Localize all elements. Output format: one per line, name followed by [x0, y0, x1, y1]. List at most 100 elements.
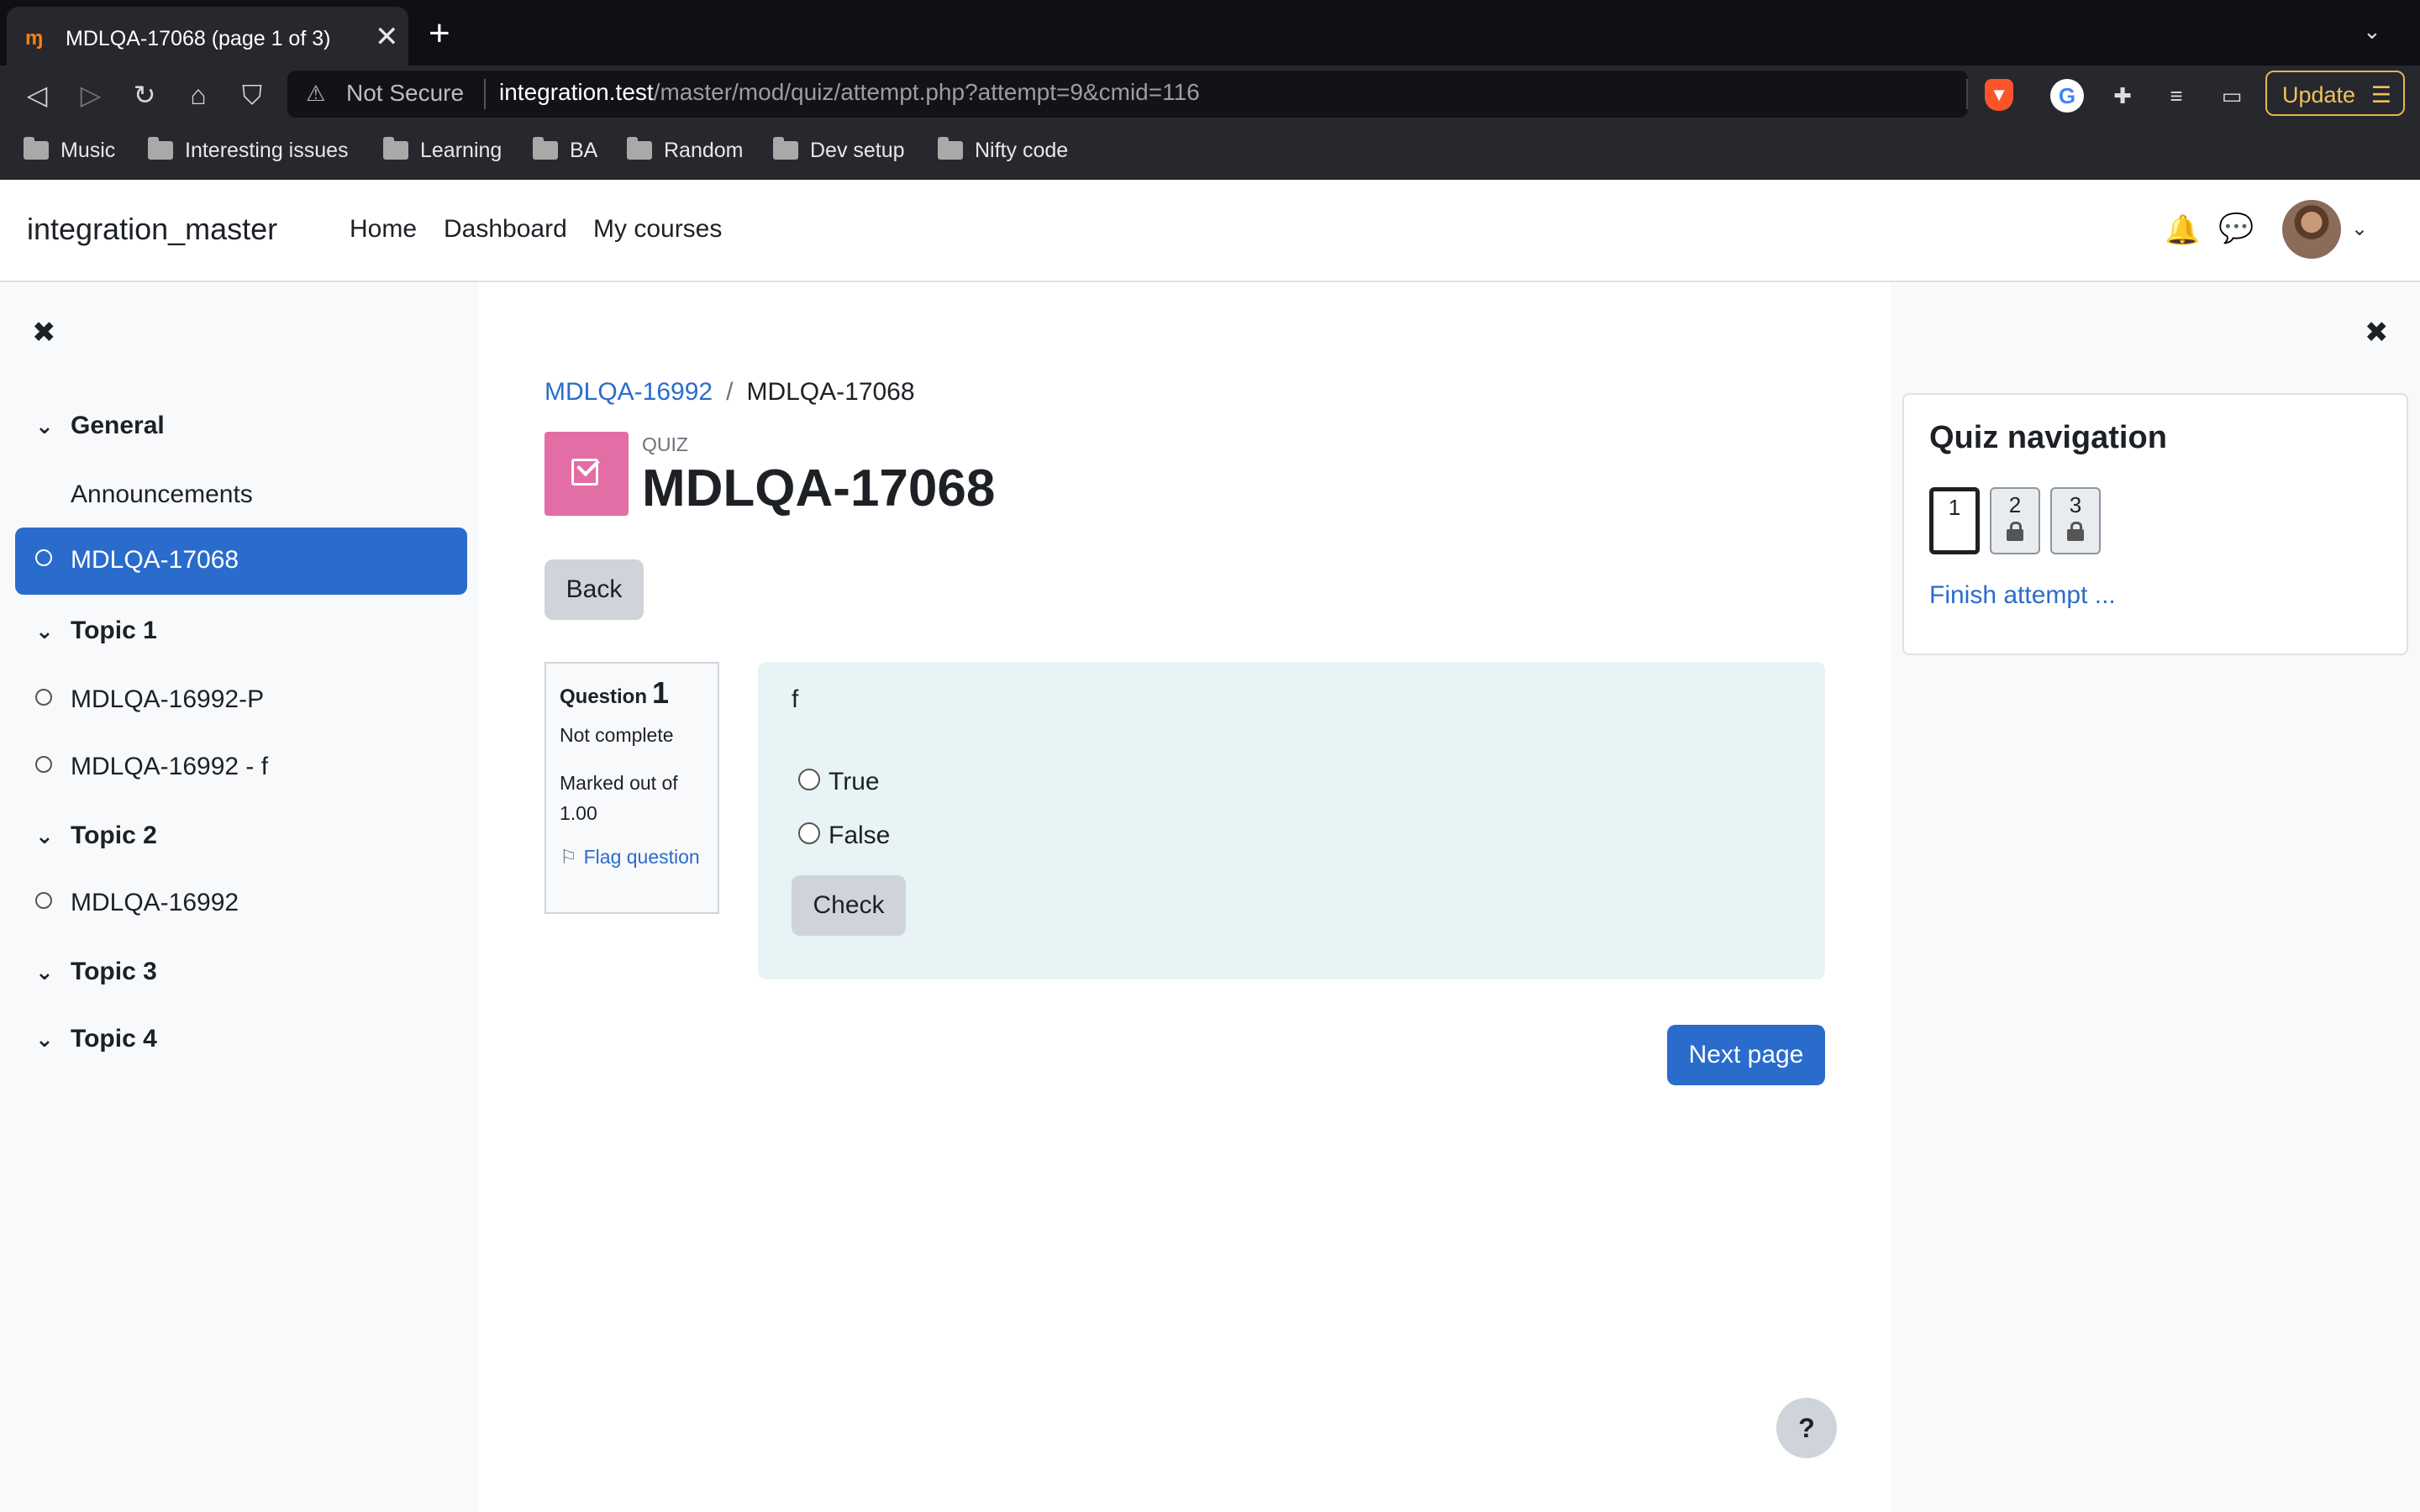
bookmark-label: Music [60, 139, 116, 162]
nav-home[interactable]: Home [350, 215, 417, 244]
url-text[interactable]: integration.test/master/mod/quiz/attempt… [499, 79, 1200, 106]
chevron-down-icon: ⌄ [35, 823, 54, 848]
bookmark-label: Random [664, 139, 744, 162]
flag-question-link[interactable]: ⚐ Flag question [560, 842, 711, 872]
url-host: integration.test [499, 79, 654, 105]
course-item-mdlqa-16992[interactable]: MDLQA-16992 [35, 889, 239, 917]
section-general[interactable]: ⌄ General [35, 412, 165, 440]
section-topic-1[interactable]: ⌄ Topic 1 [35, 617, 157, 645]
finish-attempt-link[interactable]: Finish attempt ... [1929, 581, 2116, 610]
course-item-label: MDLQA-16992-P [71, 685, 265, 713]
section-topic-4[interactable]: ⌄ Topic 4 [35, 1025, 157, 1053]
url-end-divider [1966, 79, 1968, 109]
nav-dashboard[interactable]: Dashboard [444, 215, 567, 244]
question-info-box: Question 1 Not complete Marked out of 1.0… [544, 662, 719, 914]
course-item-label: MDLQA-17068 [71, 546, 239, 574]
option-false[interactable]: False [798, 822, 890, 850]
folder-icon [627, 137, 652, 160]
completion-circle-icon [35, 689, 52, 706]
back-button[interactable]: Back [544, 559, 644, 620]
brave-shield-icon[interactable]: ▼ [1985, 79, 2013, 111]
bookmark-label: Learning [420, 139, 502, 162]
section-topic-3[interactable]: ⌄ Topic 3 [35, 958, 157, 986]
folder-icon [938, 137, 963, 160]
flag-icon: ⚐ [560, 846, 577, 868]
tab-list-chevron-icon[interactable]: ⌄ [2363, 18, 2381, 45]
chevron-down-icon: ⌄ [35, 1026, 54, 1052]
quiz-checkbox-icon [544, 432, 629, 516]
close-quiz-navigation-icon[interactable]: ✖ [2365, 316, 2389, 349]
update-button[interactable]: Update ☰ [2265, 71, 2405, 116]
course-item-mdlqa-17068[interactable]: MDLQA-17068 [15, 528, 467, 595]
radio-true[interactable] [798, 769, 820, 790]
folder-icon [773, 137, 798, 160]
messages-chat-icon[interactable]: 💬 [2218, 212, 2254, 245]
warning-icon: ⚠ [306, 81, 326, 106]
bookmark-random[interactable]: Random [627, 136, 744, 165]
bookmark-interesting-issues[interactable]: Interesting issues [148, 136, 349, 165]
question-heading: Question 1 [560, 675, 670, 710]
chevron-down-icon: ⌄ [35, 618, 54, 643]
menu-icon: ☰ [2370, 82, 2391, 108]
bookmark-nifty-code[interactable]: Nifty code [938, 136, 1068, 165]
course-item-label: MDLQA-16992 [71, 889, 239, 916]
page-title: MDLQA-17068 [642, 459, 996, 517]
url-divider [484, 79, 486, 109]
question-content [758, 662, 1825, 979]
completion-circle-icon [35, 756, 52, 773]
question-state: Not complete [560, 724, 674, 746]
browser-tab[interactable]: ɱ MDLQA-17068 (page 1 of 3) ✕ [7, 7, 408, 66]
question-text: f [792, 685, 799, 713]
not-secure-label[interactable]: Not Secure [346, 80, 464, 107]
breadcrumb-link-course[interactable]: MDLQA-16992 [544, 378, 713, 406]
breadcrumb: MDLQA-16992 / MDLQA-17068 [544, 378, 915, 407]
completion-circle-icon [35, 549, 52, 566]
bookmarks-bar [0, 123, 2420, 180]
check-button[interactable]: Check [792, 875, 906, 936]
back-arrow-icon[interactable]: ◁ [20, 78, 54, 112]
extensions-puzzle-icon[interactable]: ✚ [2106, 79, 2139, 113]
module-type-label: QUIZ [642, 433, 688, 455]
bookmark-learning[interactable]: Learning [383, 136, 502, 165]
bookmark-icon[interactable]: ⛉ [235, 78, 269, 112]
quiz-nav-question-2[interactable]: 2 [1990, 487, 2040, 554]
lock-icon [2007, 522, 2023, 541]
course-item-mdlqa-16992-p[interactable]: MDLQA-16992-P [35, 685, 264, 714]
quiz-nav-question-3[interactable]: 3 [2050, 487, 2101, 554]
quiz-nav-question-1[interactable]: 1 [1929, 487, 1980, 554]
section-label: General [71, 412, 165, 439]
bookmark-music[interactable]: Music [24, 136, 115, 165]
user-avatar[interactable] [2282, 200, 2341, 259]
section-topic-2[interactable]: ⌄ Topic 2 [35, 822, 157, 850]
course-item-announcements[interactable]: Announcements [71, 480, 253, 509]
course-item-label: MDLQA-16992 - f [71, 753, 269, 780]
radio-false[interactable] [798, 822, 820, 844]
option-label: True [829, 768, 880, 795]
breadcrumb-current: MDLQA-17068 [746, 378, 915, 406]
translate-icon[interactable]: G [2050, 79, 2084, 113]
user-menu-chevron-down-icon[interactable]: ⌄ [2351, 217, 2368, 241]
completion-circle-icon [35, 892, 52, 909]
update-label: Update [2282, 82, 2356, 108]
question-number: 1 [652, 675, 670, 710]
close-course-index-icon[interactable]: ✖ [32, 316, 56, 349]
bookmark-label: BA [570, 139, 598, 162]
forward-arrow-icon[interactable]: ▷ [74, 78, 108, 112]
home-icon[interactable]: ⌂ [182, 78, 215, 112]
url-path: /master/mod/quiz/attempt.php?attempt=9&c… [653, 79, 1200, 105]
site-name[interactable]: integration_master [27, 212, 277, 247]
new-tab-icon[interactable]: + [429, 15, 450, 52]
moodle-favicon-icon: ɱ [25, 27, 44, 50]
wallet-icon[interactable]: ▭ [2215, 79, 2249, 113]
help-icon[interactable]: ? [1776, 1398, 1837, 1458]
option-true[interactable]: True [798, 768, 880, 796]
course-item-mdlqa-16992-f[interactable]: MDLQA-16992 - f [35, 753, 268, 781]
bookmark-dev-setup[interactable]: Dev setup [773, 136, 905, 165]
tab-close-icon[interactable]: ✕ [375, 22, 399, 52]
reload-icon[interactable]: ↻ [128, 78, 161, 112]
next-page-button[interactable]: Next page [1667, 1025, 1825, 1085]
nav-my-courses[interactable]: My courses [593, 215, 722, 244]
media-playlist-icon[interactable]: ≡ [2160, 79, 2193, 113]
bookmark-ba[interactable]: BA [533, 136, 597, 165]
notification-bell-icon[interactable]: 🔔 [2165, 213, 2200, 247]
